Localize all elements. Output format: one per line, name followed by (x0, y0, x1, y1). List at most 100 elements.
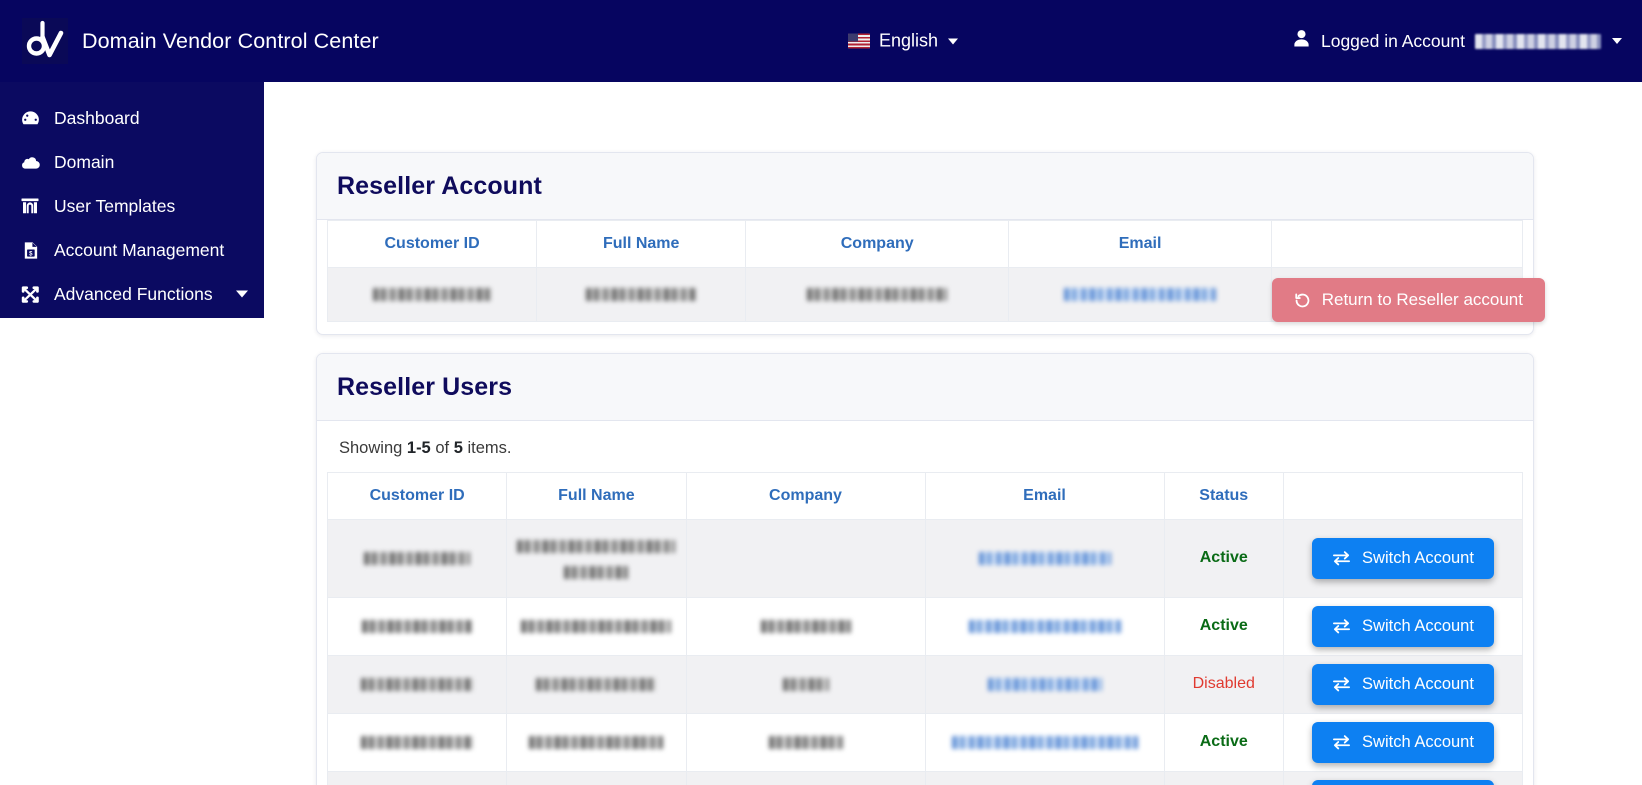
dv-monogram-logo (22, 18, 68, 64)
language-selector[interactable]: English (848, 31, 959, 52)
switch-account-button[interactable]: Switch Account (1312, 537, 1494, 579)
status-badge: Active (1199, 617, 1248, 634)
cell-company (685, 654, 926, 714)
email-redacted (968, 619, 1121, 633)
cell-customer-id (326, 519, 508, 598)
showing-items-summary: Showing 1-5 of 5 items. (327, 435, 1523, 472)
full-name-redacted-line2 (564, 566, 629, 580)
status-badge: Active (1199, 733, 1248, 750)
switch-account-button[interactable]: Switch Account (1312, 721, 1494, 763)
logged-in-account-menu[interactable]: Logged in Account (1292, 29, 1622, 53)
chevron-down-icon[interactable] (236, 290, 248, 298)
chevron-down-icon (1612, 38, 1622, 44)
table-row: Active Switch Account (326, 712, 1523, 772)
account-label: Logged in Account (1320, 30, 1465, 51)
return-to-reseller-account-button[interactable]: Return to Reseller account (1271, 278, 1545, 322)
cell-email[interactable] (1008, 266, 1273, 323)
cell-status: Active (1163, 770, 1284, 785)
column-header-full-name: Full Name (536, 220, 747, 268)
full-name-redacted (517, 540, 676, 554)
column-header-customer-id: Customer ID (326, 220, 538, 268)
switch-account-button[interactable]: Switch Account (1312, 663, 1494, 705)
email-redacted (978, 552, 1111, 566)
cell-company (745, 266, 1010, 323)
shuffle-icon (16, 284, 44, 305)
column-header-actions (1283, 472, 1523, 520)
table-row: Active Switch Account (326, 519, 1523, 598)
cell-status: Active (1163, 712, 1284, 772)
cell-full-name (506, 712, 687, 772)
showing-middle: of (430, 439, 454, 457)
brand[interactable]: Domain Vendor Control Center (22, 18, 379, 64)
reseller-users-card-body: Showing 1-5 of 5 items. Customer ID Full… (317, 421, 1533, 785)
cell-company (685, 596, 926, 656)
cloud-icon (16, 151, 44, 173)
reseller-users-table-body: Active Switch Account Active Switch Acco… (326, 519, 1523, 785)
undo-rotate-icon (1294, 292, 1311, 309)
customer-id-redacted (361, 677, 474, 691)
brand-title: Domain Vendor Control Center (82, 28, 379, 53)
cell-actions: Switch Account (1283, 770, 1523, 785)
us-flag-icon (848, 33, 870, 49)
showing-prefix: Showing (339, 439, 407, 457)
switch-account-label: Switch Account (1362, 674, 1474, 693)
switch-account-label: Switch Account (1362, 732, 1474, 751)
cell-full-name (506, 770, 687, 785)
customer-id-redacted (364, 552, 471, 566)
sidebar-item-account-management[interactable]: $ Account Management (0, 228, 264, 272)
sidebar-item-user-templates[interactable]: User Templates (0, 184, 264, 228)
section-title: Reseller Users (337, 373, 513, 401)
sidebar-item-domain[interactable]: Domain (0, 140, 264, 184)
cell-customer-id (326, 596, 508, 656)
column-header-email: Email (924, 472, 1165, 520)
table-header-row: Customer ID Full Name Company Email (326, 220, 1523, 268)
sidebar-item-label: User Templates (54, 195, 176, 216)
sidebar: Dashboard Domain User Templates $ Accoun… (0, 82, 264, 318)
cell-email[interactable] (924, 770, 1165, 785)
main-content: Reseller Account Customer ID Full Name C… (264, 82, 1642, 785)
status-badge: Disabled (1192, 675, 1255, 692)
table-row: Disabled Switch Account (326, 654, 1523, 714)
column-header-status: Status (1163, 472, 1284, 520)
return-button-label: Return to Reseller account (1321, 290, 1523, 309)
column-header-company: Company (745, 220, 1010, 268)
company-redacted (782, 677, 829, 691)
column-header-full-name: Full Name (506, 472, 687, 520)
cell-email[interactable] (924, 654, 1165, 714)
cell-company (685, 712, 926, 772)
cell-company (685, 519, 926, 598)
sidebar-item-advanced-functions[interactable]: Advanced Functions (0, 272, 264, 316)
customer-id-redacted (373, 288, 492, 302)
full-name-redacted (529, 735, 664, 749)
tachometer-icon (16, 108, 44, 129)
switch-account-button[interactable]: Switch Account (1312, 605, 1494, 647)
cell-email[interactable] (924, 519, 1165, 598)
page-title: Reseller Account (337, 172, 542, 200)
chevron-down-icon (948, 38, 959, 44)
cell-full-name (506, 654, 687, 714)
sidebar-item-dashboard[interactable]: Dashboard (0, 96, 264, 140)
exchange-arrows-icon (1332, 618, 1351, 634)
sidebar-item-label: Account Management (54, 239, 225, 260)
full-name-redacted (521, 619, 672, 633)
company-redacted (760, 619, 851, 633)
cell-customer-id (326, 654, 508, 714)
cell-actions: Switch Account (1283, 596, 1523, 656)
cell-email[interactable] (924, 596, 1165, 656)
column-header-company: Company (685, 472, 926, 520)
switch-account-button[interactable]: Switch Account (1312, 779, 1494, 785)
column-header-actions (1271, 220, 1523, 268)
reseller-account-card: Reseller Account Customer ID Full Name C… (316, 152, 1545, 336)
exchange-arrows-icon (1332, 550, 1351, 566)
user-icon (1292, 29, 1311, 53)
showing-total: 5 (453, 439, 463, 457)
cell-email[interactable] (924, 712, 1165, 772)
table-row: Active Switch Account (326, 770, 1523, 785)
email-redacted (951, 735, 1138, 749)
table-header-row: Customer ID Full Name Company Email Stat… (326, 472, 1523, 520)
cell-customer-id (326, 266, 538, 323)
switch-account-label: Switch Account (1362, 616, 1474, 635)
reseller-users-table: Customer ID Full Name Company Email Stat… (326, 472, 1523, 785)
cell-company (685, 770, 926, 785)
exchange-arrows-icon (1332, 734, 1351, 750)
